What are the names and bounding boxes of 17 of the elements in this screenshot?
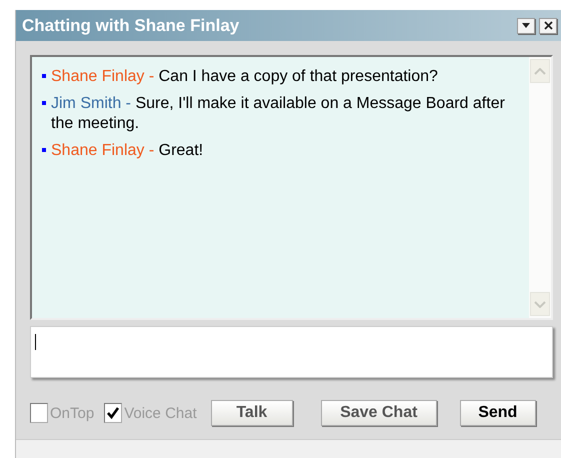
checkbox[interactable]	[104, 403, 122, 423]
action-button[interactable]: Send	[460, 400, 536, 426]
checkbox[interactable]	[30, 403, 48, 423]
close-icon	[544, 21, 552, 30]
bullet-icon	[42, 74, 46, 78]
dropdown-button[interactable]	[517, 18, 535, 34]
caret-icon	[521, 22, 531, 30]
message-input[interactable]	[30, 326, 553, 378]
chat-message: Shane Finlay - Great!	[51, 141, 204, 161]
bullet-icon	[42, 148, 46, 152]
checkbox-label: Voice Chat	[124, 404, 197, 422]
bullet-icon	[42, 101, 46, 105]
chat-message: Jim Smith - Sure, I'll make it available on a Message Board after the meeting.	[51, 94, 505, 134]
chat-message: Shane Finlay - Can I have a copy of that presentation?	[51, 67, 438, 87]
window-title: Chatting with Shane Finlay	[22, 16, 240, 36]
checkbox-label: OnTop	[50, 404, 94, 422]
close-button[interactable]	[539, 18, 557, 34]
